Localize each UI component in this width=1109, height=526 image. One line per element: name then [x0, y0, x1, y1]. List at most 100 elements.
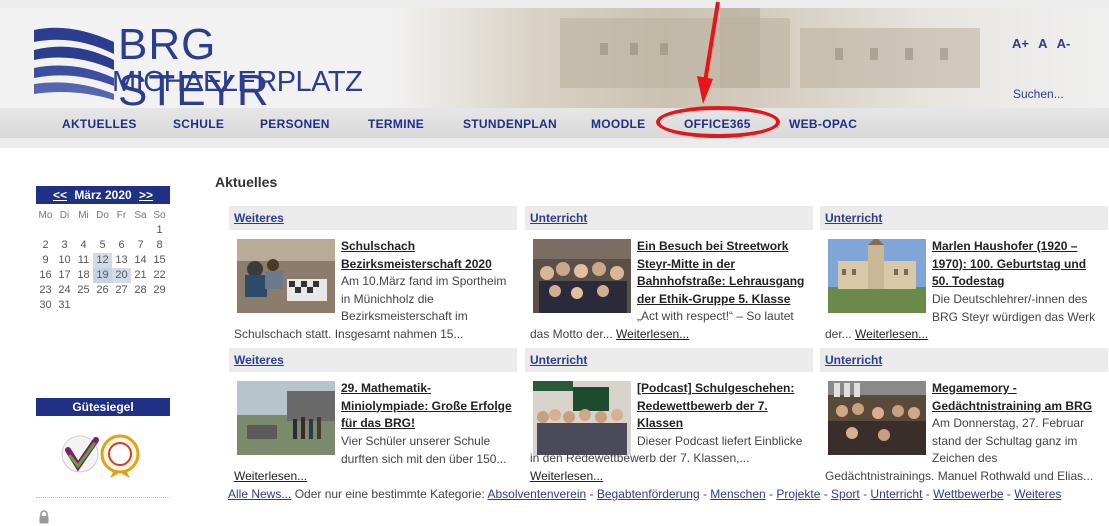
search-link[interactable]: Suchen...: [1013, 87, 1064, 101]
calendar-day[interactable]: 31: [55, 298, 74, 313]
read-more-link[interactable]: Weiterlesen...: [234, 469, 307, 483]
category-link-wettbewerbe[interactable]: Wettbewerbe: [933, 487, 1003, 501]
calendar-day[interactable]: 10: [55, 253, 74, 268]
calendar-day[interactable]: 11: [74, 253, 93, 268]
guetesiegel-header: Gütesiegel: [36, 398, 170, 416]
category-link-weiteres[interactable]: Weiteres: [1014, 487, 1061, 501]
calendar-day[interactable]: 23: [36, 283, 55, 298]
calendar-day[interactable]: 6: [112, 238, 131, 253]
news-thumbnail[interactable]: [533, 239, 631, 313]
calendar-day-selected[interactable]: 12: [93, 253, 112, 268]
calendar-day[interactable]: 1: [150, 223, 169, 238]
calendar-week-row: 2 3 4 5 6 7 8: [36, 238, 170, 253]
calendar-day[interactable]: 7: [131, 238, 150, 253]
weekday-label: Mi: [78, 210, 89, 221]
calendar-prev-button[interactable]: <<: [53, 188, 67, 202]
calendar-day[interactable]: 5: [93, 238, 112, 253]
news-teaser: Vier Schüler unserer Schule durften sich…: [341, 434, 507, 466]
quality-seal-icon[interactable]: [56, 426, 146, 478]
news-category-link[interactable]: Unterricht: [820, 348, 1108, 372]
calendar-day: [74, 223, 93, 238]
news-category-link[interactable]: Unterricht: [525, 206, 813, 230]
calendar-day-selected[interactable]: 20: [112, 268, 131, 283]
weekday-label: Mo: [38, 210, 53, 221]
calendar-day[interactable]: 17: [55, 268, 74, 283]
main-navigation: AKTUELLES SCHULE PERSONEN TERMINE STUNDE…: [0, 108, 1109, 138]
calendar-day[interactable]: 13: [112, 253, 131, 268]
news-category-link[interactable]: Unterricht: [820, 206, 1108, 230]
lock-icon[interactable]: [38, 510, 50, 524]
calendar-day[interactable]: 27: [112, 283, 131, 298]
news-title-link[interactable]: Megamemory - Gedächtnistraining am BRG: [932, 380, 1104, 415]
category-link-absolventenverein[interactable]: Absolventenverein: [487, 487, 586, 501]
font-normal-button[interactable]: A: [1038, 36, 1047, 51]
calendar-week-row: 30 31: [36, 298, 170, 313]
read-more-link[interactable]: Weiterlesen...: [855, 327, 928, 341]
category-link-menschen[interactable]: Menschen: [710, 487, 765, 501]
weekday-label: Fr: [116, 210, 127, 221]
calendar-day[interactable]: 21: [131, 268, 150, 283]
news-category-link[interactable]: Weiteres: [229, 206, 517, 230]
news-teaser: „Act with respect!“ – So lautet: [637, 309, 794, 323]
font-increase-button[interactable]: A+: [1012, 36, 1029, 51]
calendar-day[interactable]: 3: [55, 238, 74, 253]
calendar-day[interactable]: 18: [74, 268, 93, 283]
calendar-day[interactable]: 24: [55, 283, 74, 298]
calendar-week-row: 9 10 11 12 13 14 15: [36, 253, 170, 268]
calendar-day[interactable]: 25: [74, 283, 93, 298]
calendar-day[interactable]: 28: [131, 283, 150, 298]
highlight-circle: [656, 106, 780, 138]
read-more-link[interactable]: Weiterlesen...: [530, 469, 603, 483]
calendar-day[interactable]: 29: [150, 283, 169, 298]
nav-aktuelles[interactable]: AKTUELLES: [62, 117, 137, 131]
nav-schule[interactable]: SCHULE: [173, 117, 224, 131]
calendar-day[interactable]: 30: [36, 298, 55, 313]
calendar-day: [55, 223, 74, 238]
calendar-day[interactable]: 22: [150, 268, 169, 283]
news-thumbnail[interactable]: [828, 239, 926, 313]
news-title-link[interactable]: [Podcast] Schulgeschehen: Redewettbewerb…: [637, 380, 809, 433]
calendar-week-row: 1: [36, 223, 170, 238]
calendar-day[interactable]: 16: [36, 268, 55, 283]
nav-personen[interactable]: PERSONEN: [260, 117, 330, 131]
nav-stundenplan[interactable]: STUNDENPLAN: [463, 117, 557, 131]
site-header: BRG STEYR MICHAELERPLATZ A+ A A- Suchen.…: [0, 0, 1109, 148]
font-decrease-button[interactable]: A-: [1057, 36, 1071, 51]
calendar-day[interactable]: 15: [150, 253, 169, 268]
calendar-day-selected[interactable]: 19: [93, 268, 112, 283]
news-thumbnail[interactable]: [533, 381, 631, 455]
school-logo[interactable]: BRG STEYR MICHAELERPLATZ: [30, 18, 363, 114]
news-thumbnail[interactable]: [237, 381, 335, 455]
weekday-label: Do: [96, 210, 109, 221]
news-title-link[interactable]: Schulschach Bezirksmeisterschaft 2020: [341, 238, 513, 273]
news-thumbnail[interactable]: [828, 381, 926, 455]
news-teaser-continued: das Motto der... Weiterlesen...: [530, 326, 812, 344]
nav-web-opac[interactable]: WEB-OPAC: [789, 117, 857, 131]
nav-moodle[interactable]: MOODLE: [591, 117, 645, 131]
news-title-link[interactable]: Ein Besuch bei Streetwork Steyr-Mitte in…: [637, 238, 809, 308]
news-card: Unterricht Megamemory - Gedächtnistraini…: [820, 348, 1108, 486]
calendar-day: [131, 298, 150, 313]
calendar-day[interactable]: 2: [36, 238, 55, 253]
news-title-link[interactable]: 29. Mathematik-Miniolympiade: Große Erfo…: [341, 380, 513, 433]
separator: -: [859, 487, 871, 501]
news-card: Weiteres Schulschach Bezirksmeisterschaf…: [229, 206, 517, 344]
calendar-day[interactable]: 14: [131, 253, 150, 268]
read-more-link[interactable]: Weiterlesen...: [616, 327, 689, 341]
category-link-unterricht[interactable]: Unterricht: [870, 487, 922, 501]
calendar-day[interactable]: 26: [93, 283, 112, 298]
calendar-day[interactable]: 9: [36, 253, 55, 268]
category-link-projekte[interactable]: Projekte: [776, 487, 820, 501]
category-link-sport[interactable]: Sport: [831, 487, 860, 501]
calendar-next-button[interactable]: >>: [139, 188, 153, 202]
calendar-day[interactable]: 8: [150, 238, 169, 253]
news-title-link[interactable]: Marlen Haushofer (1920 – 1970): 100. Geb…: [932, 238, 1104, 291]
footer-intro-text: Oder nur eine bestimmte Kategorie:: [291, 487, 488, 501]
news-category-link[interactable]: Weiteres: [229, 348, 517, 372]
category-link-begabtenfoerderung[interactable]: Begabtenförderung: [597, 487, 700, 501]
nav-termine[interactable]: TERMINE: [368, 117, 424, 131]
calendar-day[interactable]: 4: [74, 238, 93, 253]
news-category-link[interactable]: Unterricht: [525, 348, 813, 372]
all-news-link[interactable]: Alle News...: [228, 487, 291, 501]
news-thumbnail[interactable]: [237, 239, 335, 313]
